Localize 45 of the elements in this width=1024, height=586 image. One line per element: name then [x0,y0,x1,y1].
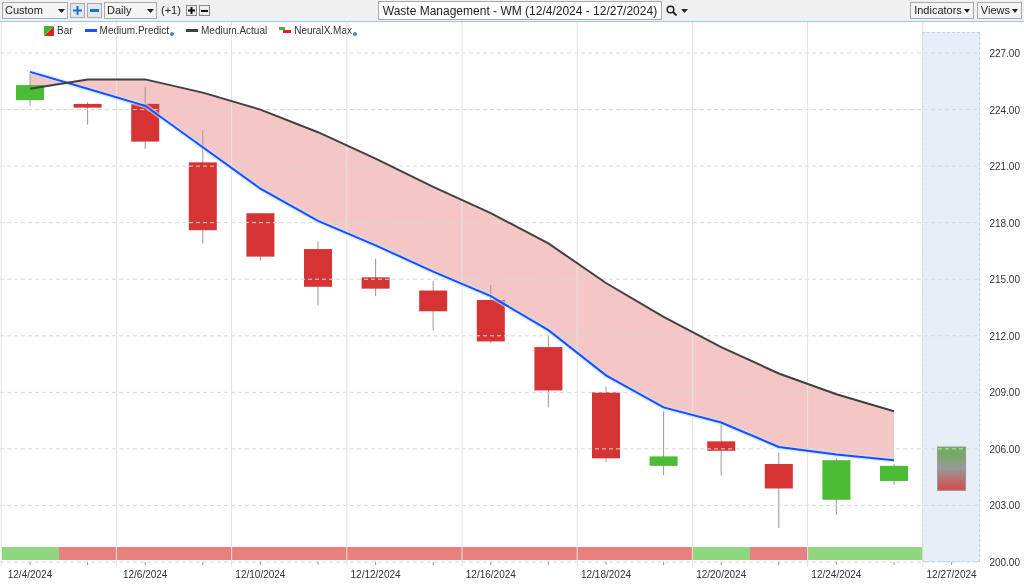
y-axis-label: 215.00 [989,274,1020,286]
caret-icon[interactable] [681,8,689,13]
caret-icon [147,8,154,13]
dropdown-button[interactable]: Views [976,2,1022,19]
x-axis-label: 12/20/2024 [696,569,747,580]
symbol-field[interactable]: Waste Management - WM (12/4/2024 - 12/27/2024) [377,1,663,20]
legend-step-icon [279,27,292,34]
x-axis-label: 12/16/2024 [465,569,516,580]
legend-label: Medium.Predict [99,24,170,38]
legend-bar-icon [44,25,54,36]
interval-select[interactable]: Daily [104,2,157,19]
offset-label: (+1) [161,3,181,19]
dropdown-button[interactable]: Indicators [910,2,974,19]
y-axis-label: 209.00 [989,387,1020,399]
caret-icon [58,8,65,13]
remove-button[interactable] [87,3,102,18]
y-axis-label: 203.00 [989,500,1020,512]
x-axis-label: 12/18/2024 [580,569,632,580]
y-axis-label: 224.00 [989,104,1020,116]
plus-icon [73,6,82,15]
legend-label: NeuralX.Max [294,24,352,38]
x-axis-label: 12/27/2024 [926,569,977,580]
x-axis-label: 12/6/2024 [122,569,168,580]
legend-label: Medium.Actual [201,24,268,38]
minus-icon [200,9,208,12]
caret-icon [1012,8,1018,13]
y-axis-label: 227.00 [989,48,1020,59]
x-axis-label: 12/12/2024 [350,569,401,580]
period-select[interactable]: Custom [2,2,68,19]
y-axis-label: 212.00 [989,330,1020,342]
add-button[interactable] [70,3,85,18]
minus-icon [90,9,99,12]
x-axis-label: 12/24/2024 [811,569,862,580]
y-axis-label: 206.00 [989,443,1020,455]
caret-icon [963,8,970,13]
zoom-out-button[interactable] [198,5,210,16]
legend-label: Bar [57,24,73,38]
y-axis-label: 221.00 [989,161,1020,173]
search-icon[interactable] [666,5,678,16]
x-axis-label: 12/10/2024 [235,569,286,580]
plus-icon [187,7,195,14]
zoom-in-button[interactable] [185,5,197,16]
x-axis-label: 12/4/2024 [7,569,53,580]
y-axis-label: 218.00 [989,217,1020,229]
y-axis-label: 200.00 [989,557,1020,568]
